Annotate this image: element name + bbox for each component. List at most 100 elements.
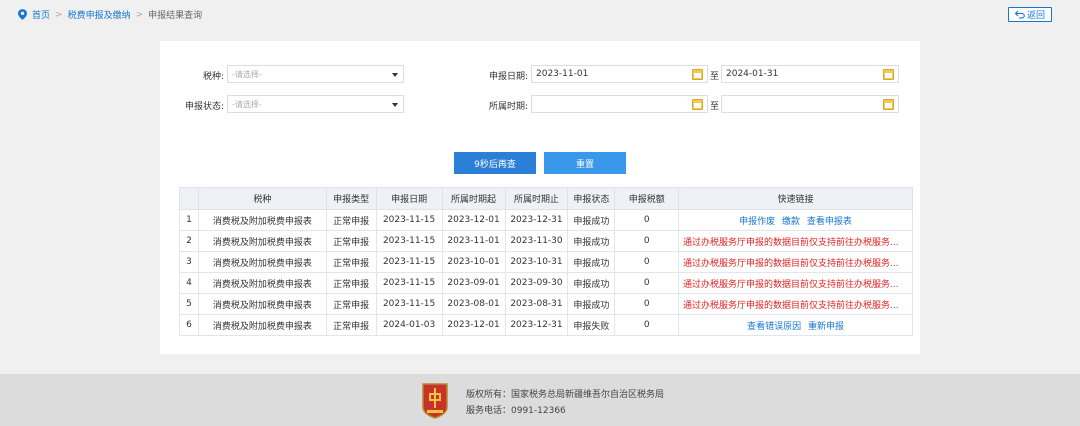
row-declare-date: 2024-01-03 xyxy=(375,314,443,336)
row-amount: 0 xyxy=(614,272,680,294)
date-from-value: 2023-11-01 xyxy=(536,69,589,79)
footer-copyright: 版权所有：国家税务总局新疆维吾尔自治区税务局 xyxy=(466,390,665,400)
row-number: 2 xyxy=(179,230,199,252)
row-tax-type: 消费税及附加税费申报表 xyxy=(197,272,327,294)
column-header-date: 申报日期 xyxy=(375,187,443,210)
pay-link[interactable]: 缴款 xyxy=(782,217,800,227)
row-tax-type: 消费税及附加税费申报表 xyxy=(197,293,327,315)
column-header-links: 快速链接 xyxy=(678,187,913,210)
row-declare-date: 2023-11-15 xyxy=(375,293,443,315)
period-from-input[interactable] xyxy=(531,95,708,113)
row-tax-type: 消费税及附加税费申报表 xyxy=(197,209,327,231)
row-declare-date: 2023-11-15 xyxy=(375,230,443,252)
row-period-from: 2023-09-01 xyxy=(441,272,506,294)
range-to-label: 至 xyxy=(710,72,720,82)
calendar-icon[interactable] xyxy=(692,69,703,80)
row-quick-links: 查看错误原因 重新申报 xyxy=(678,314,913,336)
row-declare-type: 正常申报 xyxy=(325,251,377,273)
row-quick-links: 申报作废 缴款 查看申报表 xyxy=(678,209,913,231)
row-period-from: 2023-10-01 xyxy=(441,251,506,273)
date-from-input[interactable]: 2023-11-01 xyxy=(531,65,708,83)
calendar-icon[interactable] xyxy=(883,99,894,110)
row-amount: 0 xyxy=(614,209,680,231)
breadcrumb-section-link[interactable]: 税费申报及缴纳 xyxy=(68,8,131,21)
status-label: 申报状态: xyxy=(184,102,224,112)
footer-phone: 服务电话：0991-12366 xyxy=(466,406,566,416)
column-header-tax: 税种 xyxy=(197,187,327,210)
chevron-down-icon xyxy=(392,73,398,77)
breadcrumb-separator: > xyxy=(55,9,63,20)
row-period-from: 2023-08-01 xyxy=(441,293,506,315)
table-row: 3 消费税及附加税费申报表 正常申报 2023-11-15 2023-10-01… xyxy=(179,251,913,273)
chevron-down-icon xyxy=(392,103,398,107)
query-button[interactable]: 9秒后再查 xyxy=(454,152,536,174)
calendar-icon[interactable] xyxy=(883,69,894,80)
column-header-type: 申报类型 xyxy=(325,187,377,210)
table-row: 2 消费税及附加税费申报表 正常申报 2023-11-15 2023-11-01… xyxy=(179,230,913,252)
footer: 版权所有：国家税务总局新疆维吾尔自治区税务局 服务电话：0991-12366 xyxy=(0,374,1080,426)
column-header-no xyxy=(179,187,199,210)
column-header-status: 申报状态 xyxy=(567,187,616,210)
row-declare-type: 正常申报 xyxy=(325,209,377,231)
column-header-period-from: 所属时期起 xyxy=(441,187,506,210)
breadcrumb-home-link[interactable]: 首页 xyxy=(32,8,50,21)
status-select[interactable]: -请选择- xyxy=(227,95,404,113)
row-declare-date: 2023-11-15 xyxy=(375,209,443,231)
table-row: 1 消费税及附加税费申报表 正常申报 2023-11-15 2023-12-01… xyxy=(179,209,913,231)
return-arrow-icon xyxy=(1014,10,1025,19)
row-amount: 0 xyxy=(614,293,680,315)
column-header-period-to: 所属时期止 xyxy=(504,187,569,210)
row-period-from: 2023-12-01 xyxy=(441,314,506,336)
row-declare-type: 正常申报 xyxy=(325,293,377,315)
row-amount: 0 xyxy=(614,314,680,336)
table-row: 4 消费税及附加税费申报表 正常申报 2023-11-15 2023-09-01… xyxy=(179,272,913,294)
results-table: 税种 申报类型 申报日期 所属时期起 所属时期止 申报状态 申报税额 快速链接 … xyxy=(179,187,913,336)
query-panel: 税种: -请选择- 申报状态: -请选择- 申报日期: 2023-11-01 至… xyxy=(160,41,920,354)
row-status: 申报成功 xyxy=(567,230,616,252)
table-header-row: 税种 申报类型 申报日期 所属时期起 所属时期止 申报状态 申报税额 快速链接 xyxy=(179,187,913,210)
tax-type-select-value: -请选择- xyxy=(232,69,262,79)
row-notice-message: 通过办税服务厅申报的数据目前仅支持前往办税服务... xyxy=(678,251,913,273)
row-period-from: 2023-12-01 xyxy=(441,209,506,231)
row-period-to: 2023-12-31 xyxy=(504,209,569,231)
view-error-reason-link[interactable]: 查看错误原因 xyxy=(747,322,801,332)
table-row: 5 消费税及附加税费申报表 正常申报 2023-11-15 2023-08-01… xyxy=(179,293,913,315)
tax-bureau-logo xyxy=(422,383,448,419)
row-declare-type: 正常申报 xyxy=(325,230,377,252)
breadcrumb-separator: > xyxy=(135,9,144,20)
calendar-icon[interactable] xyxy=(692,99,703,110)
period-label: 所属时期: xyxy=(488,102,528,112)
date-label: 申报日期: xyxy=(488,72,528,82)
breadcrumb-current: 申报结果查询 xyxy=(148,11,203,21)
date-to-input[interactable]: 2024-01-31 xyxy=(721,65,899,83)
view-declaration-link[interactable]: 查看申报表 xyxy=(807,217,852,227)
void-declaration-link[interactable]: 申报作废 xyxy=(739,217,775,227)
status-select-value: -请选择- xyxy=(232,99,262,109)
row-period-to: 2023-12-31 xyxy=(504,314,569,336)
row-period-from: 2023-11-01 xyxy=(441,230,506,252)
reset-button[interactable]: 重置 xyxy=(544,152,626,174)
row-status: 申报成功 xyxy=(567,293,616,315)
row-status: 申报成功 xyxy=(567,251,616,273)
row-declare-type: 正常申报 xyxy=(325,314,377,336)
table-row: 6 消费税及附加税费申报表 正常申报 2024-01-03 2023-12-01… xyxy=(179,314,913,336)
row-number: 1 xyxy=(179,209,199,231)
footer-text: 版权所有：国家税务总局新疆维吾尔自治区税务局 服务电话：0991-12366 xyxy=(466,387,664,419)
row-number: 5 xyxy=(179,293,199,315)
back-button-label: 返回 xyxy=(1026,11,1045,21)
tax-type-select[interactable]: -请选择- xyxy=(227,65,404,83)
period-to-input[interactable] xyxy=(721,95,899,113)
row-number: 3 xyxy=(179,251,199,273)
top-bar: 首页 > 税费申报及缴纳 > 申报结果查询 返回 xyxy=(0,0,1080,28)
row-tax-type: 消费税及附加税费申报表 xyxy=(197,230,327,252)
range-to-label: 至 xyxy=(710,102,720,112)
back-button[interactable]: 返回 xyxy=(1008,7,1052,22)
row-number: 6 xyxy=(179,314,199,336)
row-period-to: 2023-10-31 xyxy=(504,251,569,273)
row-declare-date: 2023-11-15 xyxy=(375,272,443,294)
row-notice-message: 通过办税服务厅申报的数据目前仅支持前往办税服务... xyxy=(678,230,913,252)
row-period-to: 2023-11-30 xyxy=(504,230,569,252)
location-pin-icon xyxy=(18,9,27,20)
redeclare-link[interactable]: 重新申报 xyxy=(808,322,844,332)
row-period-to: 2023-08-31 xyxy=(504,293,569,315)
